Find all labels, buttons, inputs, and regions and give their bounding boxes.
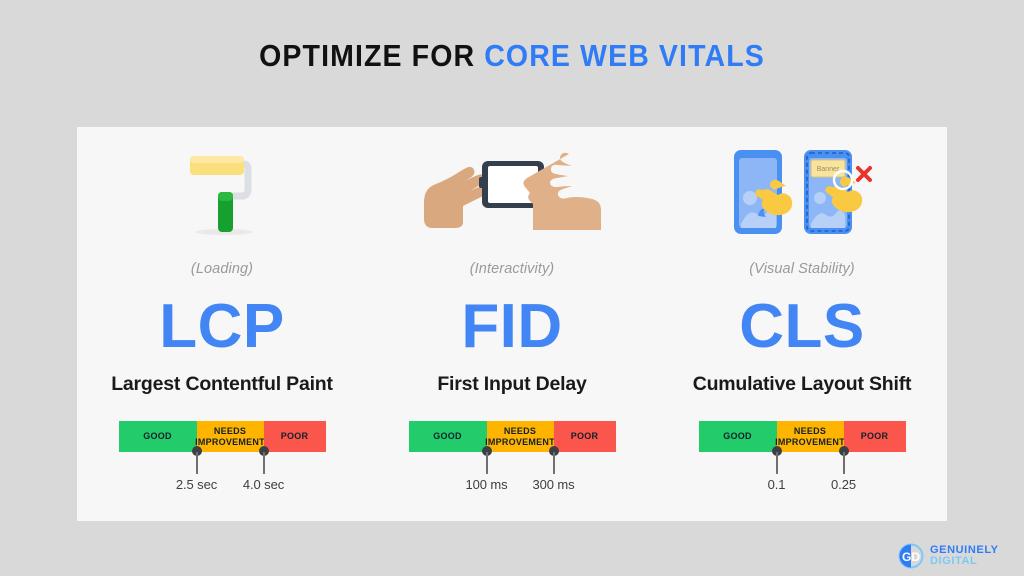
metric-acronym: FID <box>461 292 563 361</box>
tick-stem <box>485 452 488 474</box>
threshold-label: 0.25 <box>831 477 856 492</box>
gd-monogram-text: GD <box>902 550 920 564</box>
metric-fullname: First Input Delay <box>437 373 587 395</box>
threshold-label: 2.5 sec <box>175 477 218 492</box>
threshold-label: 0.1 <box>767 477 786 492</box>
banner-label: Banner <box>817 166 840 173</box>
metric-sublabel: (Interactivity) <box>469 261 555 277</box>
tick-stem <box>195 452 198 474</box>
metric-fullname: Cumulative Layout Shift <box>692 373 912 395</box>
metric-columns: (Loading) LCP Largest Contentful Paint G… <box>77 127 947 521</box>
bar-segment-good: GOOD <box>698 421 777 452</box>
metric-sublabel: (Visual Stability) <box>749 261 855 277</box>
threshold-label: 4.0 sec <box>242 477 285 492</box>
tick-stem <box>262 452 265 474</box>
metric-acronym: LCP <box>159 292 285 361</box>
layout-shift-banner-svg: Banner <box>734 150 872 234</box>
bar-segment-poor: POOR <box>843 421 906 452</box>
hands-tapping-phone-svg <box>423 152 601 230</box>
content-card: (Loading) LCP Largest Contentful Paint G… <box>77 127 947 521</box>
paint-roller-icon <box>77 131 367 253</box>
threshold-bar: GOOD NEEDS IMPROVEMENT POOR <box>408 421 616 452</box>
tick-stem <box>842 452 845 474</box>
threshold-bar-fid: GOOD NEEDS IMPROVEMENT POOR 100 ms 300 m… <box>408 421 616 492</box>
hands-tapping-phone-icon <box>367 131 657 253</box>
metric-column-cls: Banner (Visual Stability) CLS Cumulative… <box>657 127 947 521</box>
logo-wordmark: GENUINELY DIGITAL <box>930 545 999 567</box>
bar-segment-needs-improvement: NEEDS IMPROVEMENT <box>485 421 555 452</box>
bar-segment-good: GOOD <box>118 421 197 452</box>
tick-stem <box>775 452 778 474</box>
threshold-bar: GOOD NEEDS IMPROVEMENT POOR <box>698 421 906 452</box>
metric-fullname: Largest Contentful Paint <box>111 373 333 395</box>
metric-sublabel: (Loading) <box>190 261 254 277</box>
layout-shift-banner-icon: Banner <box>657 131 947 253</box>
metric-acronym: CLS <box>739 292 865 361</box>
brand-logo: GD GENUINELY DIGITAL <box>898 543 999 569</box>
threshold-label: 300 ms <box>532 477 575 492</box>
bar-segment-poor: POOR <box>263 421 326 452</box>
bar-segment-needs-improvement: NEEDS IMPROVEMENT <box>195 421 265 452</box>
threshold-bar-cls: GOOD NEEDS IMPROVEMENT POOR 0.1 0.25 <box>698 421 906 492</box>
paint-roller-svg <box>190 156 252 235</box>
logo-line-2: DIGITAL <box>930 555 978 567</box>
metric-column-lcp: (Loading) LCP Largest Contentful Paint G… <box>77 127 367 521</box>
threshold-bar: GOOD NEEDS IMPROVEMENT POOR <box>118 421 326 452</box>
metric-column-fid: (Interactivity) FID First Input Delay GO… <box>367 127 657 521</box>
threshold-bar-lcp: GOOD NEEDS IMPROVEMENT POOR 2.5 sec 4.0 … <box>118 421 326 492</box>
gd-monogram-icon: GD <box>898 543 924 569</box>
tick-stem <box>552 452 555 474</box>
bar-segment-good: GOOD <box>408 421 487 452</box>
bar-segment-poor: POOR <box>553 421 616 452</box>
threshold-label: 100 ms <box>465 477 508 492</box>
page-title-accent: CORE WEB VITALS <box>484 38 765 73</box>
error-x-icon <box>856 166 872 182</box>
page-title-lead: OPTIMIZE FOR <box>259 38 485 73</box>
bar-segment-needs-improvement: NEEDS IMPROVEMENT <box>775 421 845 452</box>
page-title: OPTIMIZE FOR CORE WEB VITALS <box>41 38 983 74</box>
